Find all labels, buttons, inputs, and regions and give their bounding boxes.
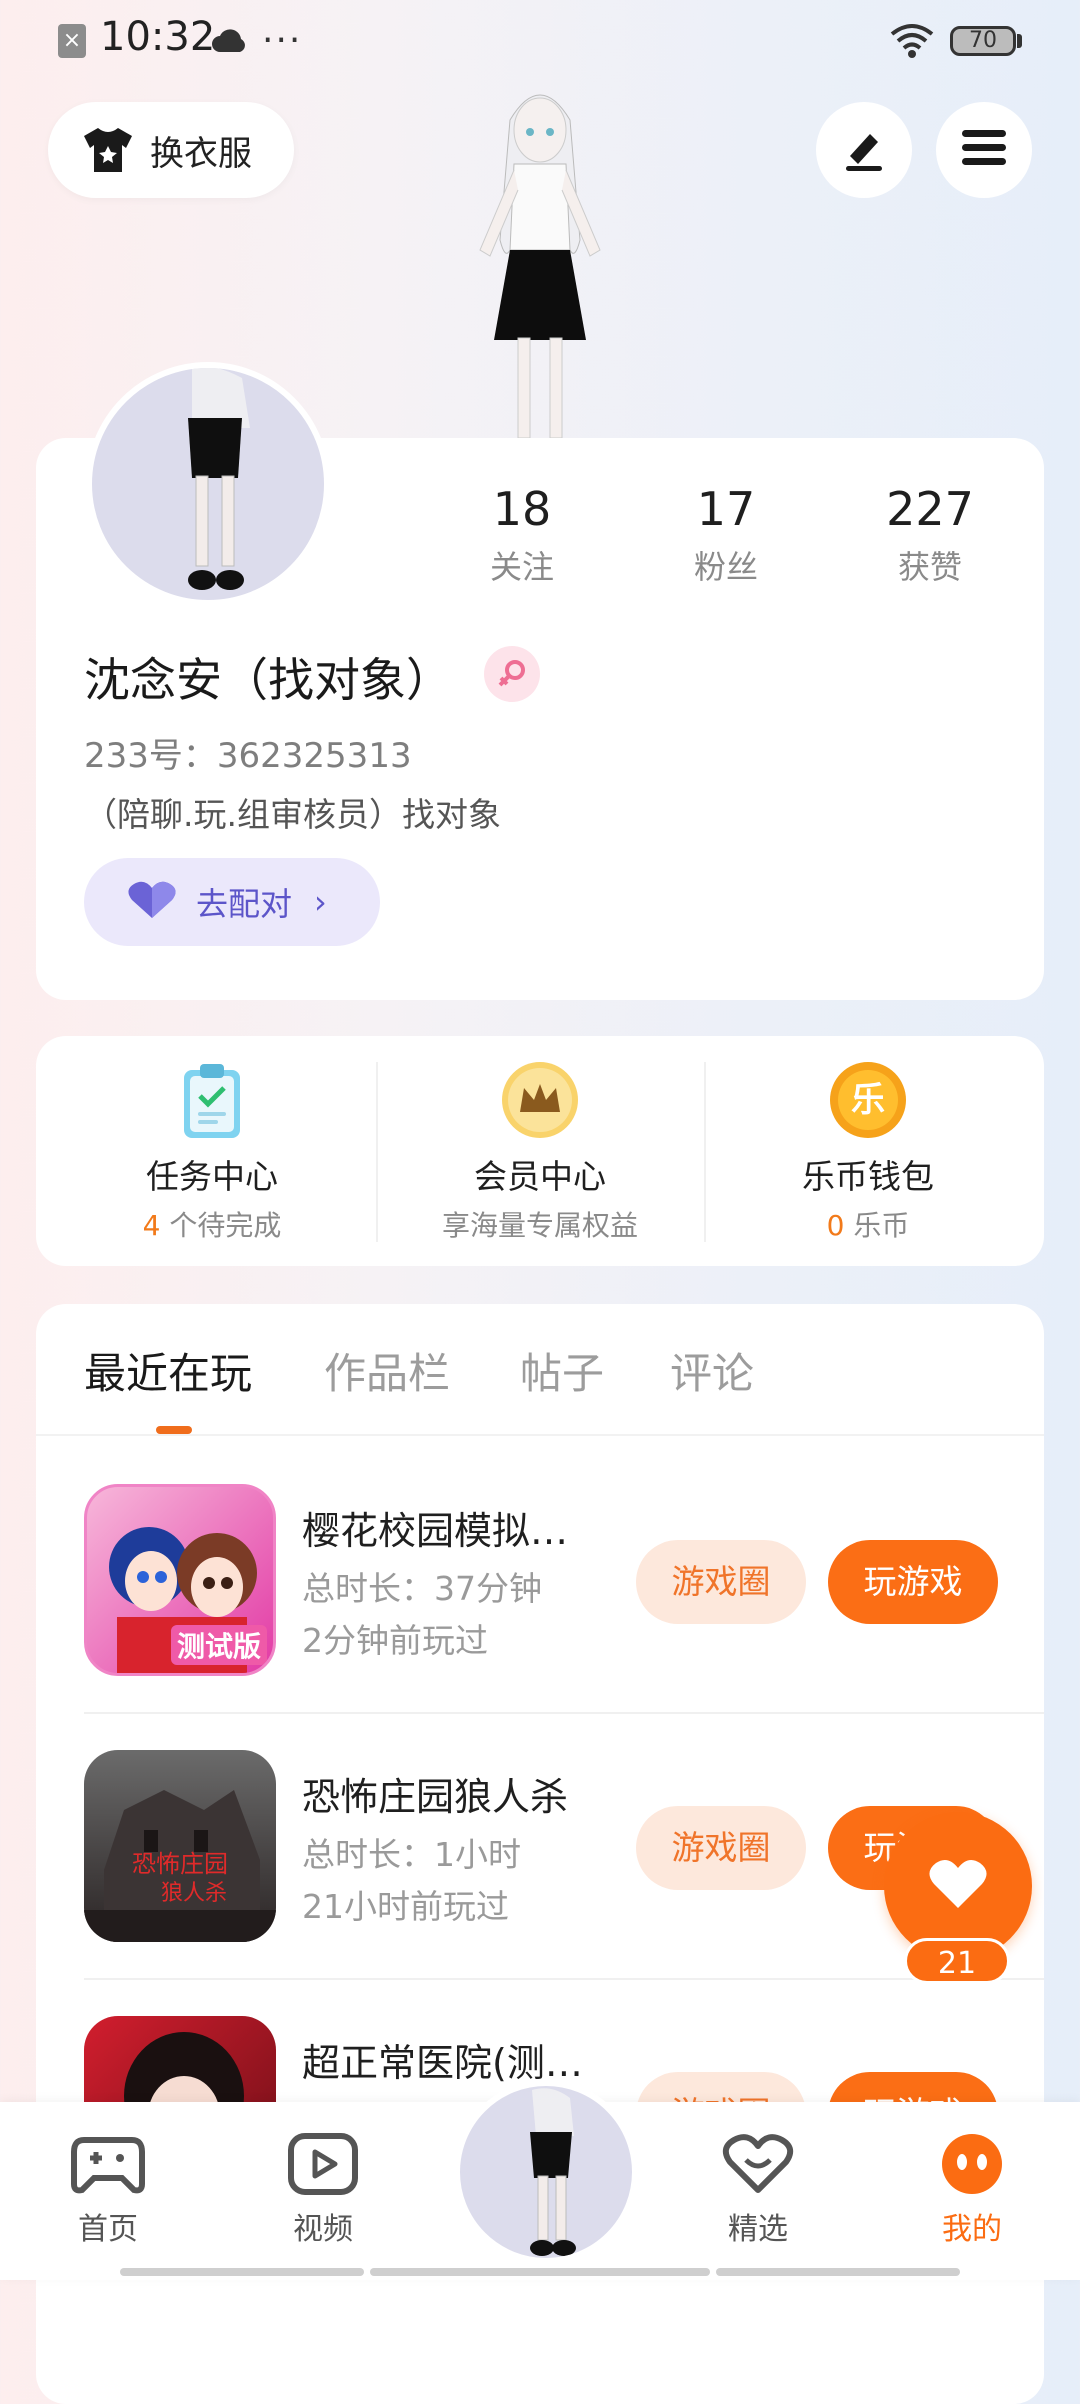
game-last-played: 21小时前玩过 <box>302 1887 509 1926</box>
more-dots-icon: ··· <box>262 20 303 61</box>
sim-icon: × <box>58 24 86 58</box>
avatar-character-figure[interactable] <box>430 80 650 440</box>
cloud-icon <box>210 26 250 60</box>
wifi-icon <box>888 22 936 62</box>
nav-center-avatar[interactable] <box>454 2080 638 2264</box>
stat-fans-label: 粉丝 <box>693 548 758 586</box>
crown-icon <box>498 1058 582 1142</box>
stat-likes[interactable]: 227 获赞 <box>840 482 1020 588</box>
game-duration: 总时长：1小时 <box>302 1835 521 1874</box>
username: 沈念安（找对象） <box>84 653 452 707</box>
tshirt-icon <box>80 126 136 174</box>
edit-profile-button[interactable] <box>816 102 912 198</box>
heart-icon <box>928 1858 988 1914</box>
svg-text:恐怖庄园: 恐怖庄园 <box>132 1850 228 1878</box>
heart-outline-icon <box>683 2132 833 2200</box>
vip-center-button[interactable]: 会员中心 享海量专属权益 <box>390 1058 690 1244</box>
gesture-bar <box>716 2268 960 2276</box>
task-center-title: 任务中心 <box>146 1157 278 1196</box>
svg-text:狼人杀: 狼人杀 <box>161 1881 227 1906</box>
task-center-subtitle: 4 个待完成 <box>142 1209 282 1242</box>
change-outfit-button[interactable]: 换衣服 <box>48 102 294 198</box>
stat-likes-count: 227 <box>886 482 974 536</box>
like-count-badge: 21 <box>904 1938 1010 1984</box>
stat-following-label: 关注 <box>489 548 554 586</box>
game-title: 樱花校园模拟… <box>302 1509 569 1553</box>
stat-following-count: 18 <box>492 482 552 536</box>
battery-icon: 70 <box>950 26 1016 56</box>
task-center-button[interactable]: 任务中心 4 个待完成 <box>62 1058 362 1244</box>
game-circle-button[interactable]: 游戏圈 <box>636 1806 806 1890</box>
heart-match-icon <box>126 880 178 924</box>
gesture-bar <box>120 2268 364 2276</box>
services-divider <box>376 1062 378 1242</box>
nav-featured[interactable]: 精选 <box>683 2132 833 2248</box>
user-bio: （陪聊.玩.组审核员）找对象 <box>84 795 501 834</box>
pen-icon <box>840 124 888 176</box>
battery-tip <box>1017 34 1022 48</box>
go-match-label: 去配对 <box>196 885 293 923</box>
tab-posts[interactable]: 帖子 <box>520 1340 604 1401</box>
profile-face-icon <box>897 2132 1047 2200</box>
clipboard-icon <box>170 1058 254 1142</box>
nav-mine-label: 我的 <box>942 2212 1002 2247</box>
game-title: 恐怖庄园狼人杀 <box>302 1775 569 1819</box>
nav-video[interactable]: 视频 <box>248 2132 398 2248</box>
coin-wallet-button[interactable]: 乐 乐币钱包 0 乐币 <box>718 1058 1018 1244</box>
hamburger-icon <box>960 128 1008 172</box>
female-gender-icon <box>484 646 540 702</box>
row-divider <box>84 1712 1044 1714</box>
nav-home[interactable]: 首页 <box>33 2132 183 2248</box>
play-game-button[interactable]: 玩游戏 <box>828 1540 998 1624</box>
game-circle-button[interactable]: 游戏圈 <box>636 1540 806 1624</box>
test-version-badge: 测试版 <box>170 1625 267 1665</box>
gesture-bar <box>370 2268 710 2276</box>
tab-comments[interactable]: 评论 <box>670 1340 754 1401</box>
nav-featured-label: 精选 <box>728 2212 788 2247</box>
change-outfit-label: 换衣服 <box>150 133 252 174</box>
stat-following[interactable]: 18 关注 <box>432 482 612 588</box>
nav-mine[interactable]: 我的 <box>897 2132 1047 2248</box>
stat-fans[interactable]: 17 粉丝 <box>636 482 816 588</box>
go-match-button[interactable]: 去配对 › <box>84 858 380 946</box>
user-id: 233号：362325313 <box>84 736 412 776</box>
game-icon[interactable]: 恐怖庄园 狼人杀 <box>84 1750 276 1942</box>
tab-recently-played[interactable]: 最近在玩 <box>84 1340 252 1401</box>
status-time: 10:32 <box>100 14 216 60</box>
vip-center-subtitle: 享海量专属权益 <box>441 1209 638 1242</box>
coin-wallet-title: 乐币钱包 <box>802 1157 934 1196</box>
services-divider <box>704 1062 706 1242</box>
active-tab-indicator <box>156 1426 192 1434</box>
avatar[interactable] <box>86 362 330 606</box>
coin-wallet-subtitle: 0 乐币 <box>826 1209 910 1242</box>
row-divider <box>84 1978 1044 1980</box>
list-item[interactable]: 测试版 樱花校园模拟… 总时长：37分钟 2分钟前玩过 游戏圈 玩游戏 <box>84 1484 1004 1678</box>
game-icon[interactable]: 测试版 <box>84 1484 276 1676</box>
menu-button[interactable] <box>936 102 1032 198</box>
coin-glyph: 乐 <box>851 1080 885 1120</box>
gamepad-icon <box>33 2132 183 2200</box>
vip-center-title: 会员中心 <box>474 1157 606 1196</box>
game-title: 超正常医院(测… <box>302 2041 583 2085</box>
nav-home-label: 首页 <box>78 2212 138 2247</box>
nav-video-label: 视频 <box>293 2212 353 2247</box>
chevron-right-icon: › <box>314 883 327 921</box>
game-duration: 总时长：37分钟 <box>302 1569 542 1608</box>
tab-divider <box>36 1434 1044 1436</box>
coin-icon: 乐 <box>826 1058 910 1142</box>
tab-works[interactable]: 作品栏 <box>324 1340 450 1401</box>
stat-likes-label: 获赞 <box>897 548 962 586</box>
stat-fans-count: 17 <box>696 482 756 536</box>
video-play-icon <box>248 2132 398 2200</box>
game-last-played: 2分钟前玩过 <box>302 1621 488 1660</box>
list-item[interactable]: 恐怖庄园 狼人杀 恐怖庄园狼人杀 总时长：1小时 21小时前玩过 游戏圈 玩游戏 <box>84 1750 1004 1944</box>
